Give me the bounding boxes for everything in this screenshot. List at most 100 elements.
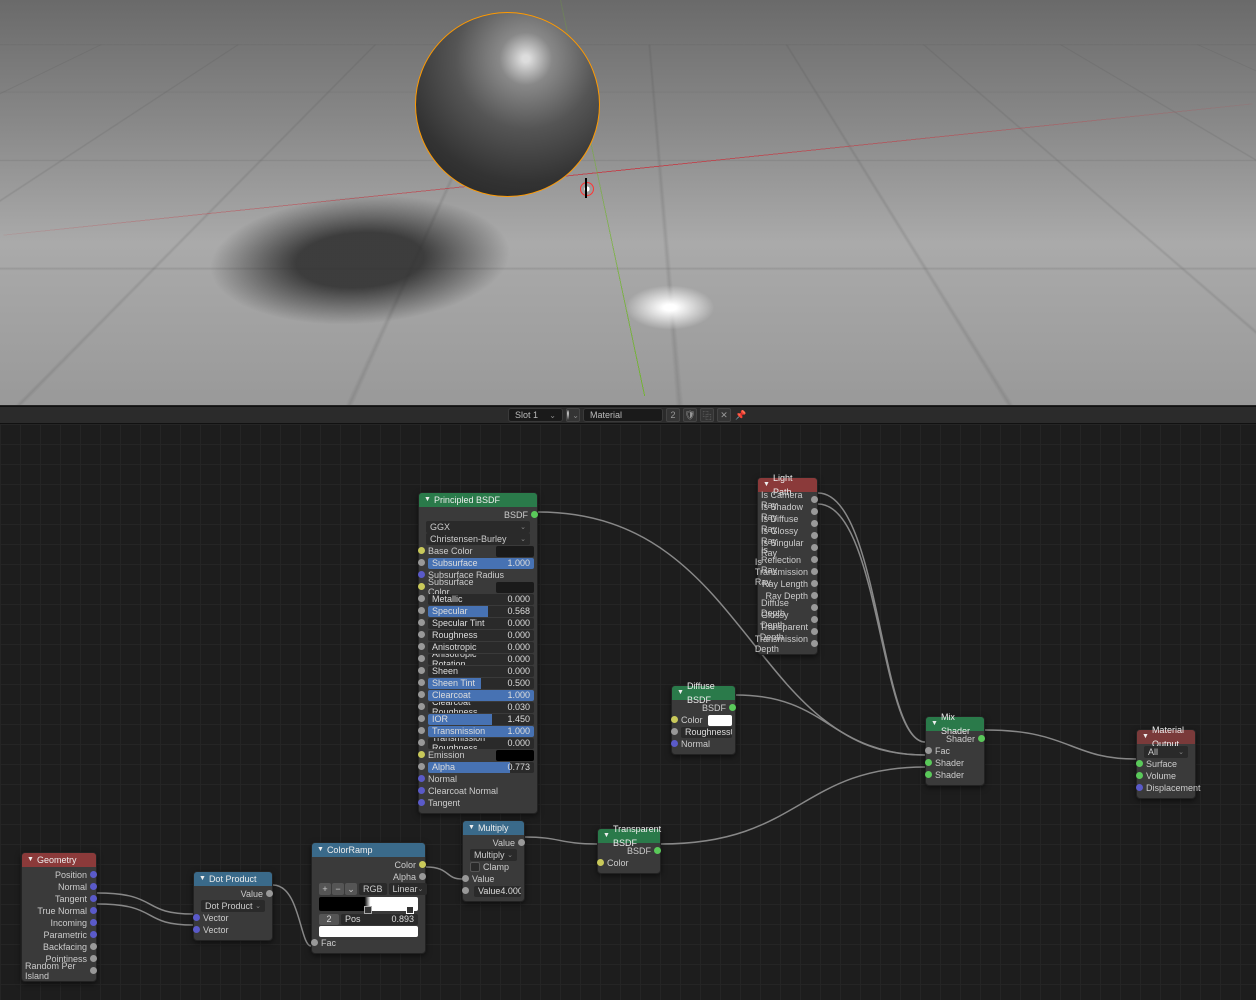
mode-dropdown[interactable]: Dot Product⌄ [201,900,265,912]
in-displacement[interactable]: Displacement [1140,782,1192,794]
out-color[interactable]: Color [315,859,422,871]
in-trans-roughness[interactable]: Transmission Roughness0.000 [422,737,534,749]
in-sss-color[interactable]: Subsurface Color [422,581,534,593]
in-cc-normal[interactable]: Clearcoat Normal [422,785,534,797]
ramp-mode[interactable]: RGB [359,883,387,895]
slot-dropdown[interactable]: Slot 1⌄ [508,408,563,422]
node-material-output[interactable]: ▼Material Output All⌄ Surface Volume Dis… [1136,729,1196,799]
stop-position[interactable]: Pos0.893 [341,914,418,925]
out-shader[interactable]: Shader [929,733,981,745]
in-alpha[interactable]: Alpha0.773 [422,761,534,773]
in-vector-1[interactable]: Vector [197,912,269,924]
clamp-checkbox[interactable] [470,862,480,872]
out-position[interactable]: Position [25,869,93,881]
in-cc-roughness[interactable]: Clearcoat Roughness0.030 [422,701,534,713]
color-swatch[interactable] [708,715,732,726]
node-geometry[interactable]: ▼Geometry Position Normal Tangent True N… [21,852,97,982]
node-header[interactable]: ▼Dot Product [194,872,272,886]
in-roughness[interactable]: Roughness0.000 [675,726,732,738]
pin-button[interactable]: 📌 [734,408,748,422]
node-header[interactable]: ▼Multiply [463,821,524,835]
distribution-dropdown[interactable]: GGX⌄ [426,521,530,533]
in-fac[interactable]: Fac [315,937,422,949]
out-normal[interactable]: Normal [25,881,93,893]
node-header[interactable]: ▼Diffuse BSDF [672,686,735,700]
in-sheen-tint[interactable]: Sheen Tint0.500 [422,677,534,689]
ramp-menu[interactable]: ⌄ [345,883,357,895]
in-emission[interactable]: Emission [422,749,534,761]
out-tangent[interactable]: Tangent [25,893,93,905]
browse-material-button[interactable]: ⌄ [566,408,580,422]
users-button[interactable]: 2 [666,408,680,422]
node-header[interactable]: ▼Principled BSDF [419,493,537,507]
in-roughness[interactable]: Roughness0.000 [422,629,534,641]
in-sheen[interactable]: Sheen0.000 [422,665,534,677]
sss-method-dropdown[interactable]: Christensen-Burley⌄ [426,533,530,545]
node-header[interactable]: ▼Material Output [1137,730,1195,744]
unlink-button[interactable]: ✕ [717,408,731,422]
out-incoming[interactable]: Incoming [25,917,93,929]
in-aniso-rotation[interactable]: Anisotropic Rotation0.000 [422,653,534,665]
out-parametric[interactable]: Parametric [25,929,93,941]
in-specular-tint[interactable]: Specular Tint0.000 [422,617,534,629]
in-color[interactable]: Color [601,857,657,869]
node-principled-bsdf[interactable]: ▼Principled BSDF BSDF GGX⌄ Christensen-B… [418,492,538,814]
node-diffuse-bsdf[interactable]: ▼Diffuse BSDF BSDF Color Roughness0.000 … [671,685,736,755]
out-backfacing[interactable]: Backfacing [25,941,93,953]
out-true-normal[interactable]: True Normal [25,905,93,917]
in-normal[interactable]: Normal [675,738,732,750]
node-header[interactable]: ▼ColorRamp [312,843,425,857]
node-dot-product[interactable]: ▼Dot Product Value Dot Product⌄ Vector V… [193,871,273,941]
node-header[interactable]: ▼Geometry [22,853,96,867]
ramp-add[interactable]: + [319,883,331,895]
node-header[interactable]: ▼Mix Shader [926,717,984,731]
target-dropdown[interactable]: All⌄ [1144,746,1188,758]
out-ray-length[interactable]: Ray Length [761,578,814,590]
out-bsdf[interactable]: BSDF [601,845,657,857]
node-editor[interactable]: ▼Geometry Position Normal Tangent True N… [0,424,1256,1000]
in-value-1[interactable]: Value [466,873,521,885]
selected-sphere[interactable] [415,12,600,197]
in-clearcoat[interactable]: Clearcoat1.000 [422,689,534,701]
in-vector-2[interactable]: Vector [197,924,269,936]
in-base-color[interactable]: Base Color [422,545,534,557]
new-material-button[interactable]: ⿻ [700,408,714,422]
out-random[interactable]: Random Per Island [25,965,93,977]
out-transmission-ray[interactable]: Is Transmission Ray [761,566,814,578]
base-color-swatch[interactable] [496,546,534,557]
viewport-3d[interactable] [0,0,1256,405]
stop-index[interactable]: 2 [319,914,339,925]
node-mix-shader[interactable]: ▼Mix Shader Shader Fac Shader Shader [925,716,985,786]
stop-color[interactable] [319,926,418,937]
in-normal[interactable]: Normal [422,773,534,785]
ramp-interp[interactable]: Linear⌄ [389,883,428,895]
out-alpha[interactable]: Alpha [315,871,422,883]
in-ior[interactable]: IOR1.450 [422,713,534,725]
in-shader-1[interactable]: Shader [929,757,981,769]
in-subsurface[interactable]: Subsurface1.000 [422,557,534,569]
node-transparent-bsdf[interactable]: ▼Transparent BSDF BSDF Color [597,828,661,874]
in-volume[interactable]: Volume [1140,770,1192,782]
node-multiply[interactable]: ▼Multiply Value Multiply⌄ Clamp Value Va… [462,820,525,902]
in-metallic[interactable]: Metallic0.000 [422,593,534,605]
material-name-field[interactable]: Material [583,408,663,422]
in-shader-2[interactable]: Shader [929,769,981,781]
ramp-remove[interactable]: − [332,883,344,895]
in-tangent[interactable]: Tangent [422,797,534,809]
node-header[interactable]: ▼Transparent BSDF [598,829,660,843]
out-bsdf[interactable]: BSDF [422,509,534,521]
in-color[interactable]: Color [675,714,732,726]
out-transmission-depth[interactable]: Transmission Depth [761,638,814,650]
out-value[interactable]: Value [466,837,521,849]
node-color-ramp[interactable]: ▼ColorRamp Color Alpha +−⌄ RGB Linear⌄ 2… [311,842,426,954]
in-value-2[interactable]: Value4.000 [466,885,521,897]
in-transmission[interactable]: Transmission1.000 [422,725,534,737]
fake-user-button[interactable]: 🛡 [683,408,697,422]
in-surface[interactable]: Surface [1140,758,1192,770]
in-anisotropic[interactable]: Anisotropic0.000 [422,641,534,653]
in-fac[interactable]: Fac [929,745,981,757]
node-light-path[interactable]: ▼Light Path Is Camera Ray Is Shadow Ray … [757,477,818,655]
in-specular[interactable]: Specular0.568 [422,605,534,617]
out-value[interactable]: Value [197,888,269,900]
mode-dropdown[interactable]: Multiply⌄ [470,849,517,861]
